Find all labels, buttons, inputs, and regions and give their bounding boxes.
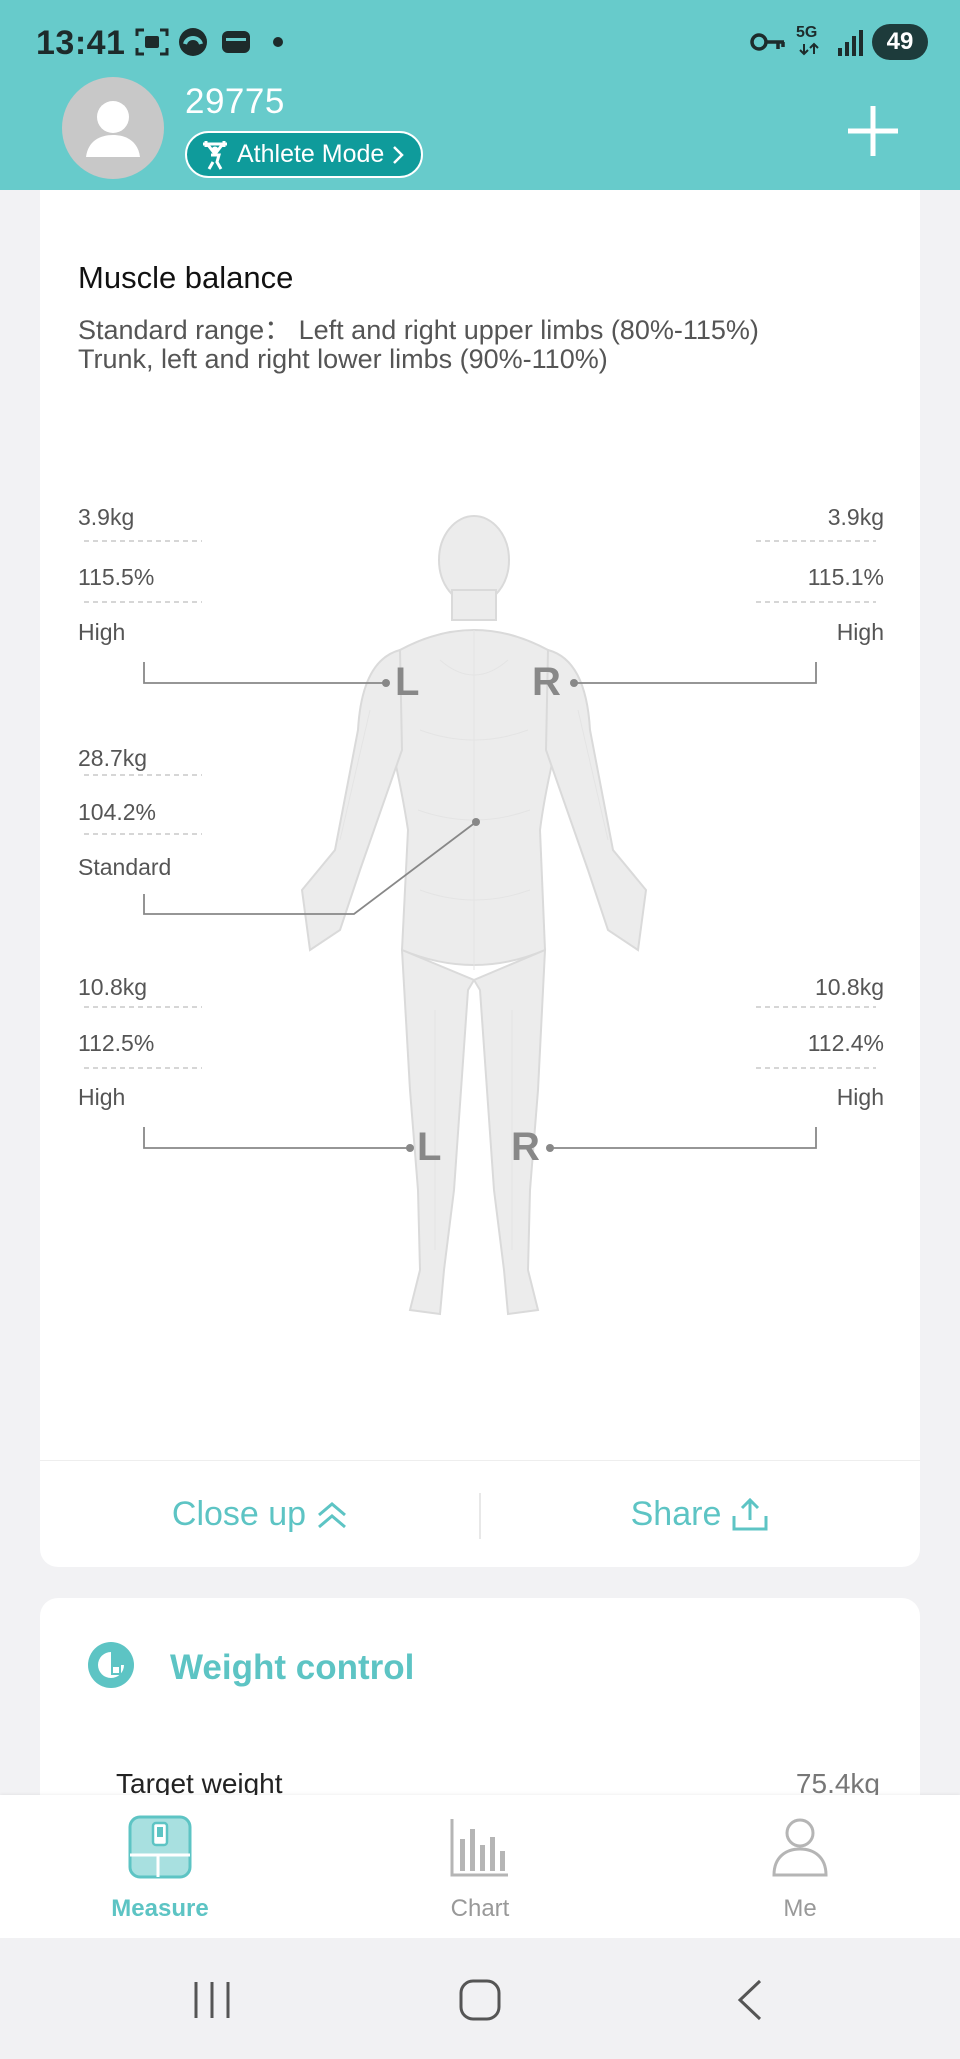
right-leg-marker: R (511, 1125, 540, 1169)
share-upload-icon (732, 1497, 768, 1530)
tab-me-label: Me (783, 1895, 817, 1922)
athlete-mode-button[interactable]: Athlete Mode (185, 131, 423, 178)
right-arm-marker: R (532, 660, 561, 704)
double-chevron-up-icon (318, 1501, 347, 1528)
trunk-mass: 28.7kg (78, 745, 148, 771)
close-up-button[interactable]: Close up (40, 1461, 480, 1568)
athlete-mode-label: Athlete Mode (237, 140, 385, 168)
left-leg-marker: L (417, 1125, 442, 1169)
user-silhouette-icon (86, 101, 140, 157)
wallet-icon (222, 31, 250, 53)
person-icon (772, 1818, 828, 1877)
system-nav-bar (0, 1938, 960, 2059)
card-actions: Close up Share (40, 1460, 920, 1567)
tab-chart[interactable]: Chart (320, 1795, 640, 1938)
left-arm-status: High (78, 619, 126, 645)
network-type: 5G (796, 24, 818, 41)
app-header: 13:41 5G 49 29775 Athlete Mode (0, 0, 960, 190)
recent-apps-icon[interactable] (192, 1980, 232, 2020)
scale-icon (128, 1815, 192, 1879)
right-leg-mass: 10.8kg (814, 974, 884, 1000)
trunk-status: Standard (78, 854, 172, 880)
user-id: 29775 (185, 82, 285, 121)
muscle-balance-card: Muscle balance Standard range： Left and … (40, 190, 920, 1567)
share-label: Share (630, 1495, 722, 1533)
avatar[interactable] (62, 77, 164, 179)
tab-chart-label: Chart (450, 1895, 510, 1922)
battery-indicator: 49 (872, 24, 928, 60)
screenshot-icon (135, 28, 169, 56)
chevron-right-icon (393, 145, 405, 164)
vpn-key-icon (750, 33, 785, 51)
right-leg-status: High (836, 1084, 884, 1110)
weightlifter-icon (203, 140, 227, 170)
add-icon[interactable] (846, 104, 900, 158)
left-arm-percent: 115.5% (78, 564, 155, 590)
signal-icon (838, 30, 863, 56)
right-arm-percent: 115.1% (807, 564, 884, 590)
close-up-label: Close up (171, 1495, 307, 1533)
left-arm-marker: L (395, 660, 420, 704)
tab-me[interactable]: Me (640, 1795, 960, 1938)
status-bar: 13:41 5G 49 (0, 0, 960, 80)
home-icon[interactable] (458, 1978, 502, 2022)
bar-chart-icon (450, 1819, 508, 1877)
edge-browser-icon (179, 28, 207, 56)
body-figure-diagram (84, 515, 876, 1316)
tab-measure[interactable]: Measure (0, 1795, 320, 1938)
back-icon[interactable] (734, 1978, 764, 2022)
bottom-tab-bar: Measure Chart Me (0, 1795, 960, 1938)
weight-control-icon (88, 1642, 134, 1688)
right-arm-mass: 3.9kg (827, 504, 884, 530)
share-button[interactable]: Share (480, 1461, 920, 1568)
left-arm-mass: 3.9kg (78, 504, 135, 530)
weight-control-card[interactable]: Weight control Target weight 75.4kg (40, 1598, 920, 1799)
right-leg-percent: 112.4% (807, 1030, 884, 1056)
left-leg-mass: 10.8kg (78, 974, 148, 1000)
status-time: 13:41 (36, 24, 126, 62)
left-leg-status: High (78, 1084, 126, 1110)
data-arrows-icon (799, 42, 819, 56)
tab-measure-label: Measure (111, 1895, 209, 1922)
notification-dot-icon (273, 37, 283, 47)
left-leg-percent: 112.5% (78, 1030, 155, 1056)
weight-control-title: Weight control (170, 1648, 415, 1687)
right-arm-status: High (836, 619, 884, 645)
trunk-percent: 104.2% (78, 799, 157, 825)
